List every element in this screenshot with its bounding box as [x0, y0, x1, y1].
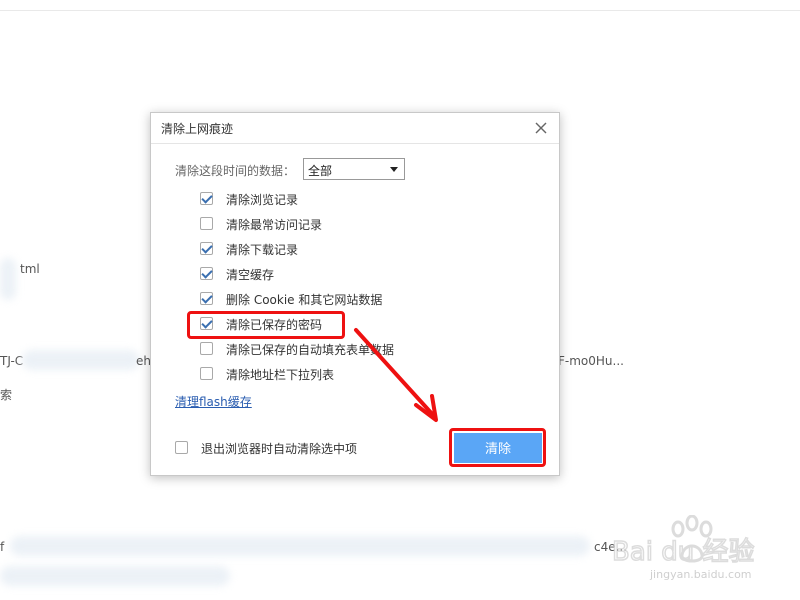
watermark-url: jingyan.baidu.com [650, 568, 752, 581]
annotation-arrow-icon [354, 328, 438, 422]
watermark-brand: Bai du 经验 [612, 537, 755, 567]
